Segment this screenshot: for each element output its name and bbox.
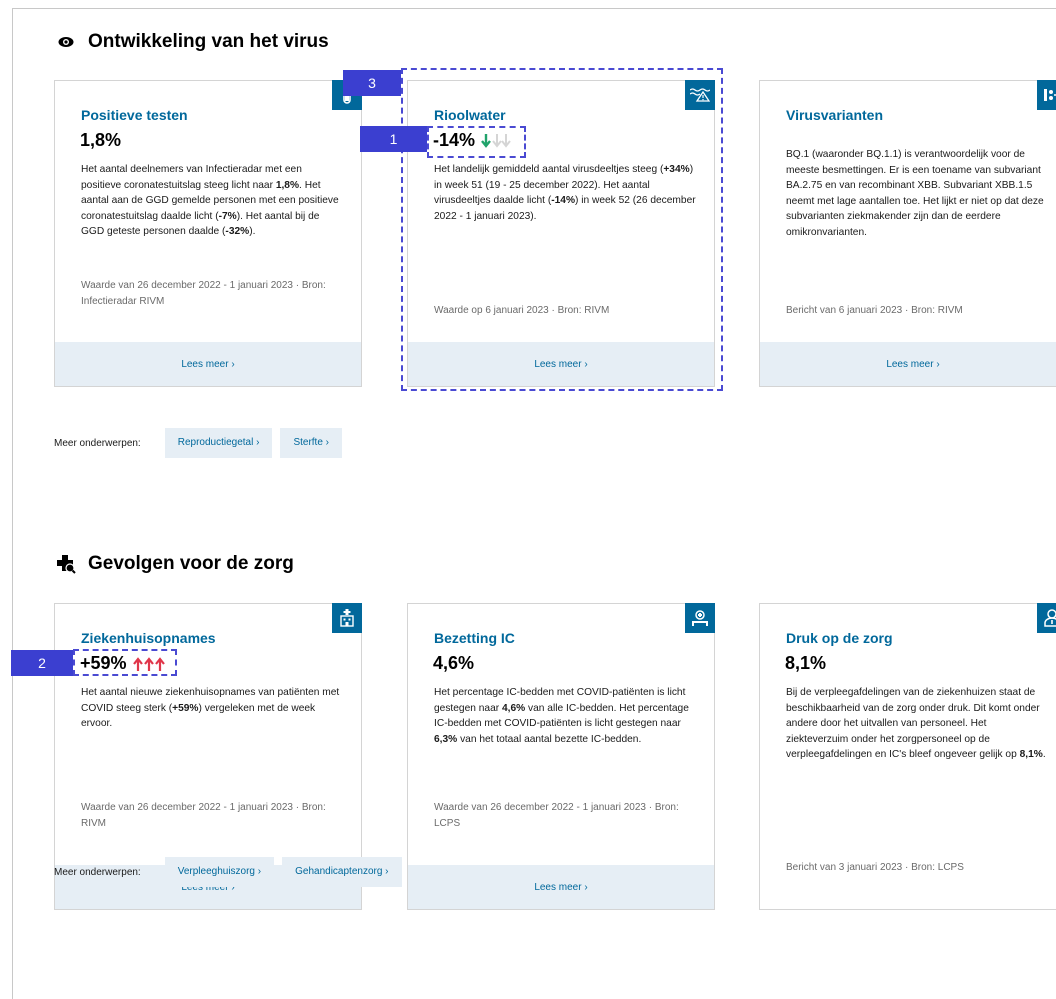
card-value: 4,6% bbox=[433, 653, 474, 674]
highlight-box-1 bbox=[427, 126, 526, 158]
card-description: Bij de verpleegafdelingen van de ziekenh… bbox=[786, 687, 1046, 760]
value-text: 4,6% bbox=[433, 653, 475, 673]
chip-verpleeghuiszorg[interactable]: Verpleeghuiszorg › bbox=[164, 857, 275, 887]
variant-icon bbox=[1037, 80, 1056, 110]
card-title[interactable]: Positieve testen bbox=[81, 107, 188, 123]
lees-meer-button[interactable]: Lees meer › bbox=[408, 865, 714, 909]
card-title[interactable]: Virusvarianten bbox=[786, 107, 883, 123]
card-value: 1,8% bbox=[80, 130, 121, 151]
card-positieve-testen: Positieve testen 1,8% Het aantal deelnem… bbox=[54, 80, 362, 387]
card-description: Het aantal deelnemers van Infectieradar … bbox=[81, 164, 339, 237]
card-virusvarianten: Virusvarianten BQ.1 (waaronder BQ.1.1) i… bbox=[759, 80, 1056, 387]
card-meta: Bericht van 3 januari 2023 · Bron: LCPS bbox=[786, 862, 964, 873]
value-text: 8,1% bbox=[785, 653, 827, 673]
section-title-text: Ontwikkeling van het virus bbox=[88, 31, 329, 52]
lees-meer-button[interactable]: Lees meer › bbox=[55, 342, 361, 386]
card-meta: Waarde van 26 december 2022 - 1 januari … bbox=[81, 802, 326, 829]
card-title[interactable]: Druk op de zorg bbox=[786, 630, 893, 646]
card-title[interactable]: Bezetting IC bbox=[434, 630, 515, 646]
card-value: 8,1% bbox=[785, 653, 826, 674]
more-topics-label: Meer onderwerpen: bbox=[54, 437, 141, 449]
eye-icon bbox=[56, 32, 76, 52]
annotation-badge-3: 3 bbox=[343, 70, 401, 96]
lees-meer-button[interactable]: Lees meer › bbox=[760, 342, 1056, 386]
highlight-box-3 bbox=[401, 68, 723, 391]
annotation-badge-2: 2 bbox=[11, 650, 73, 676]
highlight-box-2 bbox=[73, 649, 177, 676]
chip-reproductiegetal[interactable]: Reproductiegetal › bbox=[164, 428, 273, 458]
card-title[interactable]: Ziekenhuisopnames bbox=[81, 630, 216, 646]
card-bezetting-ic: Bezetting IC 4,6% Het percentage IC-bedd… bbox=[407, 603, 715, 910]
section-title-virus: Ontwikkeling van het virus bbox=[56, 31, 329, 53]
card-meta: Bericht van 6 januari 2023 · Bron: RIVM bbox=[786, 305, 963, 316]
more-topics-label: Meer onderwerpen: bbox=[54, 866, 141, 878]
chip-gehandicaptenzorg[interactable]: Gehandicaptenzorg › bbox=[282, 857, 402, 887]
value-text: 1,8% bbox=[80, 130, 122, 150]
card-meta: Waarde van 26 december 2022 - 1 januari … bbox=[434, 802, 679, 829]
chip-sterfte[interactable]: Sterfte › bbox=[280, 428, 343, 458]
card-meta: Waarde van 26 december 2022 - 1 januari … bbox=[81, 280, 326, 307]
section-title-zorg: Gevolgen voor de zorg bbox=[56, 553, 294, 575]
more-topics-virus: Meer onderwerpen: Reproductiegetal › Ste… bbox=[54, 428, 350, 458]
medical-cross-icon bbox=[56, 554, 76, 574]
more-topics-zorg: Meer onderwerpen: Verpleeghuiszorg › Geh… bbox=[54, 857, 410, 887]
ic-bed-icon bbox=[685, 603, 715, 633]
section-title-text: Gevolgen voor de zorg bbox=[88, 553, 294, 574]
card-description: Het aantal nieuwe ziekenhuisopnames van … bbox=[81, 687, 340, 729]
card-description: Het percentage IC-bedden met COVID-patië… bbox=[434, 687, 689, 745]
card-druk-op-de-zorg: Druk op de zorg 8,1% Bij de verpleegafde… bbox=[759, 603, 1056, 910]
hospital-icon bbox=[332, 603, 362, 633]
staff-icon bbox=[1037, 603, 1056, 633]
card-description: BQ.1 (waaronder BQ.1.1) is verantwoordel… bbox=[786, 149, 1044, 238]
annotation-badge-1: 1 bbox=[360, 126, 427, 152]
